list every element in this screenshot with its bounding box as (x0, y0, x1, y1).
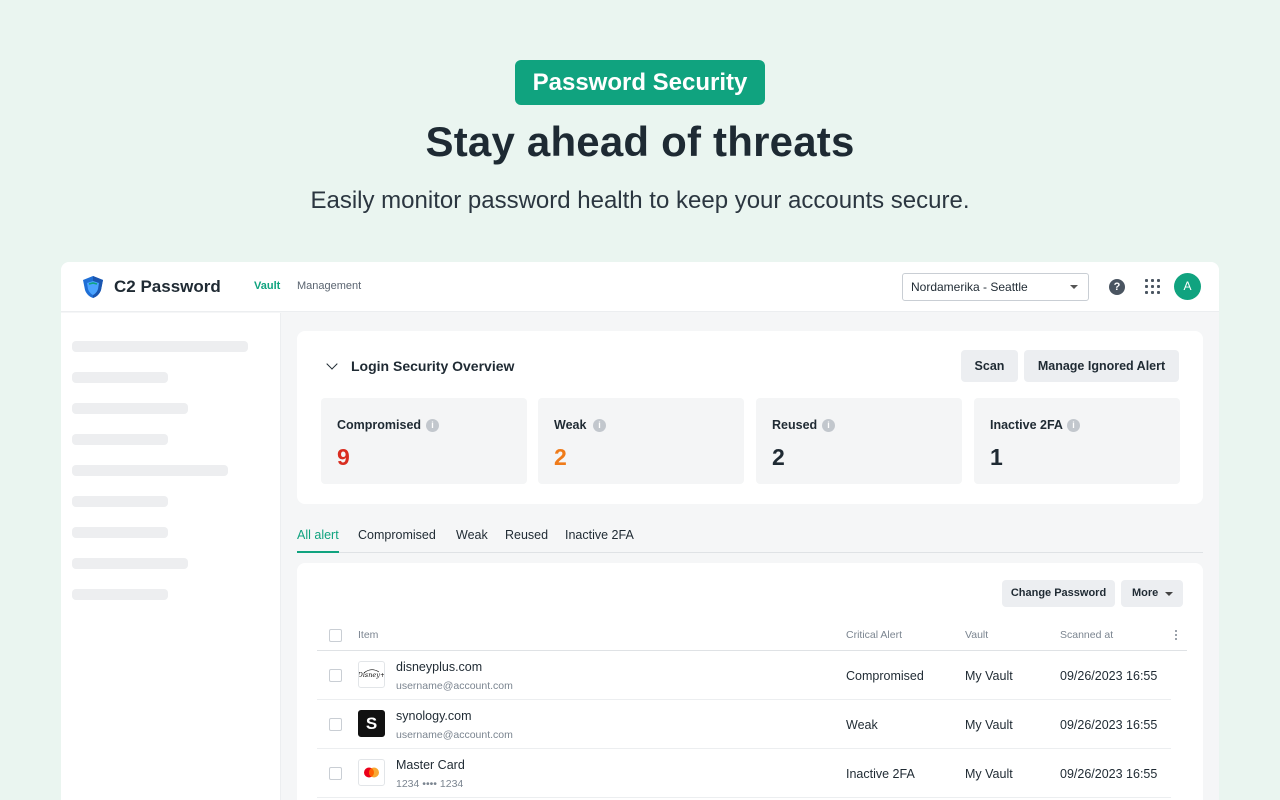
sidebar-placeholder (72, 434, 168, 445)
item-name: disneyplus.com (396, 660, 483, 674)
tab-compromised[interactable]: Compromised (358, 528, 436, 553)
table-row[interactable]: Master Card 1234 •••• 1234 Inactive 2FA … (317, 749, 1171, 798)
info-icon[interactable]: i (593, 419, 606, 432)
stat-value: 9 (337, 444, 350, 470)
sidebar-placeholder (72, 527, 168, 538)
table-row[interactable]: S synology.com username@account.com Weak… (317, 700, 1171, 749)
location-select[interactable]: Nordamerika - Seattle (902, 273, 1089, 301)
stat-label: Weak (554, 418, 587, 432)
vault-name: My Vault (965, 669, 1013, 683)
mastercard-logo (358, 759, 385, 786)
hero-title: Stay ahead of threats (425, 118, 855, 165)
avatar[interactable]: A (1174, 273, 1201, 300)
disney-logo-text: Disney+ (359, 671, 384, 679)
info-icon[interactable]: i (426, 419, 439, 432)
stat-value: 1 (990, 444, 1003, 470)
more-button[interactable]: More (1121, 580, 1183, 607)
chevron-down-icon (1165, 592, 1173, 596)
stat-label: Inactive 2FA (990, 418, 1063, 432)
item-username: username@account.com (396, 680, 513, 692)
scanned-at: 09/26/2023 16:55 (1060, 718, 1158, 732)
select-all-checkbox[interactable] (329, 629, 342, 642)
row-checkbox[interactable] (329, 669, 342, 682)
shield-logo-icon (83, 276, 103, 298)
overview-title: Login Security Overview (351, 358, 515, 374)
item-name: Master Card (396, 758, 465, 772)
nav-vault[interactable]: Vault (254, 280, 280, 292)
manage-ignored-alert-button[interactable]: Manage Ignored Alert (1024, 350, 1179, 382)
row-checkbox[interactable] (329, 718, 342, 731)
sidebar-placeholder (72, 589, 168, 600)
stat-reused[interactable]: Reused i 2 (756, 398, 962, 484)
card-number-masked: 1234 •••• 1234 (396, 778, 464, 790)
more-label: More (1132, 587, 1159, 599)
item-username: username@account.com (396, 729, 513, 741)
vault-name: My Vault (965, 718, 1013, 732)
login-security-overview: Login Security Overview Scan Manage Igno… (297, 331, 1203, 504)
alert-tabs: All alert Compromised Weak Reused Inacti… (297, 524, 1203, 553)
tab-all-alert[interactable]: All alert (297, 528, 339, 553)
stat-value: 2 (554, 444, 567, 470)
critical-alert: Inactive 2FA (846, 767, 915, 781)
sidebar (61, 313, 281, 800)
tab-weak[interactable]: Weak (456, 528, 488, 553)
table-header: Item Critical Alert Vault Scanned at (317, 621, 1187, 651)
sidebar-placeholder (72, 465, 228, 476)
header-vault[interactable]: Vault (965, 629, 988, 641)
stat-label: Compromised (337, 418, 422, 432)
change-password-button[interactable]: Change Password (1002, 580, 1115, 607)
hero-subtitle: Easily monitor password health to keep y… (310, 187, 970, 214)
top-bar: C2 Password Vault Management Nordamerika… (61, 262, 1219, 312)
info-icon[interactable]: i (822, 419, 835, 432)
tab-inactive-2fa[interactable]: Inactive 2FA (565, 528, 634, 553)
synology-logo-letter: S (365, 714, 378, 733)
feature-badge: Password Security (515, 60, 765, 105)
scanned-at: 09/26/2023 16:55 (1060, 767, 1158, 781)
disney-logo: Disney+ (357, 661, 385, 688)
stat-weak[interactable]: Weak i 2 (538, 398, 744, 484)
stat-value: 2 (772, 444, 785, 470)
critical-alert: Compromised (846, 669, 924, 683)
apps-grid-icon[interactable] (1145, 279, 1160, 294)
kebab-icon[interactable] (1175, 630, 1178, 642)
header-critical-alert[interactable]: Critical Alert (846, 629, 902, 641)
vault-name: My Vault (965, 767, 1013, 781)
app-window: C2 Password Vault Management Nordamerika… (61, 262, 1219, 800)
table-row[interactable]: Disney+ disneyplus.com username@account.… (317, 651, 1171, 700)
header-scanned-at[interactable]: Scanned at (1060, 629, 1113, 641)
alert-table-card: Change Password More Item Critical Alert… (297, 563, 1203, 800)
sidebar-placeholder (72, 403, 188, 414)
critical-alert: Weak (846, 718, 878, 732)
synology-logo: S (358, 710, 385, 737)
scanned-at: 09/26/2023 16:55 (1060, 669, 1158, 683)
nav-management[interactable]: Management (297, 280, 361, 292)
item-name: synology.com (396, 709, 472, 723)
scan-button[interactable]: Scan (961, 350, 1018, 382)
sidebar-placeholder (72, 341, 248, 352)
help-icon[interactable]: ? (1109, 279, 1125, 295)
location-value: Nordamerika - Seattle (911, 280, 1028, 294)
stat-compromised[interactable]: Compromised i 9 (321, 398, 527, 484)
stat-inactive-2fa[interactable]: Inactive 2FA i 1 (974, 398, 1180, 484)
sidebar-placeholder (72, 496, 168, 507)
stat-label: Reused (772, 418, 818, 432)
row-checkbox[interactable] (329, 767, 342, 780)
chevron-down-icon (1070, 285, 1078, 289)
tab-reused[interactable]: Reused (505, 528, 548, 553)
info-icon[interactable]: i (1067, 419, 1080, 432)
header-item[interactable]: Item (358, 629, 378, 641)
sidebar-placeholder (72, 372, 168, 383)
sidebar-placeholder (72, 558, 188, 569)
chevron-down-icon[interactable] (326, 358, 338, 370)
app-name: C2 Password (114, 277, 221, 296)
